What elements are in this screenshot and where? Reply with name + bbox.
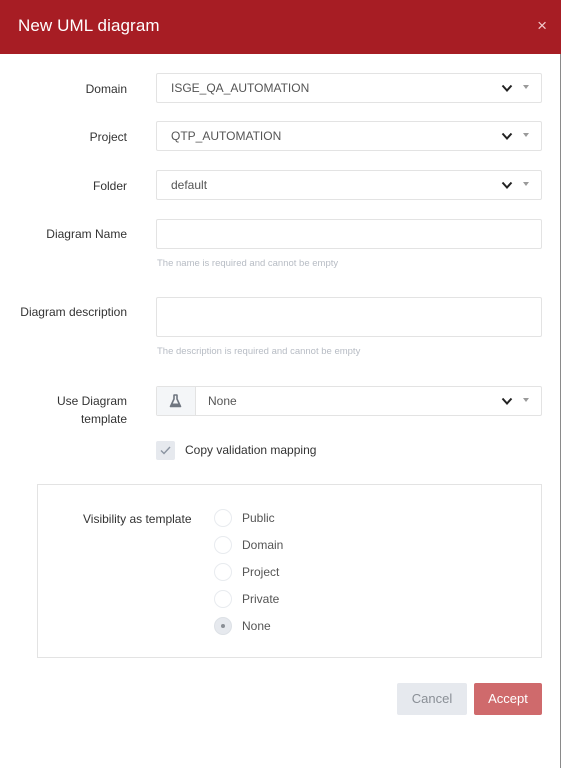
domain-select[interactable]: ISGE_QA_AUTOMATION [156,73,542,103]
radio-label-domain: Domain [242,538,284,552]
diagram-name-hint: The name is required and cannot be empty [157,258,339,269]
caret-down-icon [523,182,529,186]
diagram-description-label: Diagram description [20,305,127,319]
copy-validation-checkbox[interactable] [156,441,175,460]
visibility-panel: Visibility as template [37,484,542,658]
template-icon-box [157,387,196,415]
diagram-description-input[interactable] [156,297,542,337]
radio-domain[interactable] [214,536,232,554]
dialog-header: New UML diagram × [0,0,561,54]
dialog-title: New UML diagram [18,16,160,35]
radio-public[interactable] [214,509,232,527]
chevron-down-icon [501,181,513,189]
flask-icon [169,394,182,408]
project-label: Project [89,130,127,144]
new-uml-diagram-dialog: New UML diagram × Domain ISGE_QA_AUTOMAT… [0,0,561,768]
folder-label: Folder [92,179,127,193]
copy-validation-label: Copy validation mapping [185,443,317,457]
close-icon[interactable]: × [537,15,547,37]
chevron-down-icon [501,84,513,92]
template-label-line2: template [80,412,127,426]
cancel-button[interactable]: Cancel [397,683,467,715]
radio-label-none: None [242,619,271,633]
template-label: Use Diagram template [57,392,127,428]
folder-select-value: default [171,178,208,192]
template-label-line1: Use Diagram [56,394,127,408]
diagram-description-hint: The description is required and cannot b… [157,346,361,357]
accept-button[interactable]: Accept [474,683,542,715]
domain-label: Domain [85,82,127,96]
project-select-value: QTP_AUTOMATION [171,129,282,143]
radio-private[interactable] [214,590,232,608]
diagram-name-input[interactable] [156,219,542,249]
chevron-down-icon [501,132,513,140]
caret-down-icon [523,133,529,137]
radio-label-project: Project [242,565,280,579]
radio-none[interactable] [214,617,232,635]
domain-select-value: ISGE_QA_AUTOMATION [171,81,310,95]
chevron-down-icon [501,397,513,405]
radio-project[interactable] [214,563,232,581]
project-select[interactable]: QTP_AUTOMATION [156,121,542,151]
radio-label-private: Private [242,592,280,606]
template-select[interactable]: None [156,386,542,416]
caret-down-icon [523,85,529,89]
diagram-name-label: Diagram Name [46,227,127,241]
visibility-label: Visibility as template [83,512,192,526]
caret-down-icon [523,398,529,402]
radio-label-public: Public [242,511,275,525]
template-select-value: None [208,394,237,408]
checkmark-icon [160,446,171,455]
folder-select[interactable]: default [156,170,542,200]
